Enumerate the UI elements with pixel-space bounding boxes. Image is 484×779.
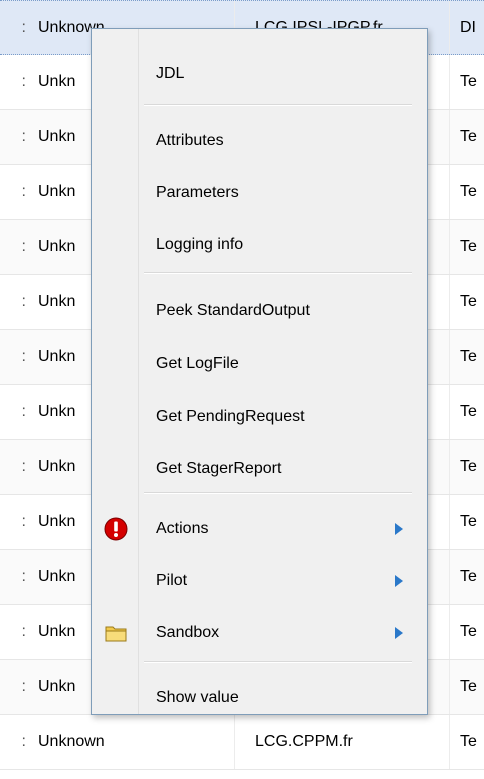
last-cell[interactable]: Te	[450, 550, 484, 604]
menu-item-label: Actions	[156, 520, 209, 537]
menu-item-get-logfile[interactable]: Get LogFile	[92, 344, 427, 384]
menu-item-jdl[interactable]: JDL	[92, 54, 427, 94]
last-cell[interactable]: Te	[450, 165, 484, 219]
chevron-right-icon	[395, 575, 403, 587]
row-prefix: :	[21, 183, 26, 200]
chevron-right-icon	[395, 627, 403, 639]
row-prefix: :	[21, 403, 26, 420]
menu-item-label: Pilot	[156, 572, 188, 589]
menu-item-get-stager-report[interactable]: Get StagerReport	[92, 449, 427, 489]
menu-item-label: Get StagerReport	[156, 460, 282, 477]
last-cell[interactable]: Te	[450, 220, 484, 274]
menu-item-label: JDL	[156, 65, 185, 82]
last-cell[interactable]: Te	[450, 110, 484, 164]
last-cell[interactable]: Te	[450, 385, 484, 439]
menu-separator	[144, 661, 412, 663]
row-prefix: :	[21, 73, 26, 90]
menu-item-label: Attributes	[156, 132, 224, 149]
folder-icon	[104, 621, 128, 645]
menu-item-parameters[interactable]: Parameters	[92, 173, 427, 213]
last-cell[interactable]: DI	[450, 1, 484, 54]
last-cell[interactable]: Te	[450, 440, 484, 494]
last-cell[interactable]: Te	[450, 275, 484, 329]
menu-item-label: Get LogFile	[156, 355, 239, 372]
table-row[interactable]: : Unknown LCG.CPPM.fr Te	[0, 715, 484, 770]
row-prefix: :	[21, 513, 26, 530]
menu-item-peek-stdout[interactable]: Peek StandardOutput	[92, 291, 427, 331]
menu-item-label: Get PendingRequest	[156, 408, 305, 425]
menu-separator	[144, 104, 412, 106]
menu-item-label: Parameters	[156, 184, 239, 201]
menu-item-label: Show value	[156, 689, 239, 706]
menu-item-logging-info[interactable]: Logging info	[92, 225, 427, 265]
last-cell[interactable]: Te	[450, 605, 484, 659]
row-prefix: :	[21, 128, 26, 145]
status-cell[interactable]: Unknown	[30, 715, 235, 769]
row-prefix: :	[21, 678, 26, 695]
row-prefix: :	[21, 293, 26, 310]
row-prefix: :	[21, 623, 26, 640]
menu-item-attributes[interactable]: Attributes	[92, 121, 427, 161]
chevron-right-icon	[395, 523, 403, 535]
menu-item-label: Logging info	[156, 236, 244, 253]
menu-item-label: Sandbox	[156, 624, 220, 641]
menu-item-actions[interactable]: Actions	[92, 509, 427, 549]
row-prefix: :	[21, 568, 26, 585]
last-cell[interactable]: Te	[450, 330, 484, 384]
last-cell[interactable]: Te	[450, 660, 484, 714]
menu-item-label: Peek StandardOutput	[156, 302, 310, 319]
menu-separator	[144, 492, 412, 494]
menu-item-sandbox[interactable]: Sandbox	[92, 613, 427, 653]
menu-item-get-pending-request[interactable]: Get PendingRequest	[92, 397, 427, 437]
menu-separator	[144, 272, 412, 274]
last-cell[interactable]: Te	[450, 495, 484, 549]
row-prefix: :	[21, 18, 26, 36]
row-prefix: :	[21, 238, 26, 255]
row-prefix: :	[21, 348, 26, 365]
last-cell[interactable]: Te	[450, 715, 484, 769]
exclamation-icon	[104, 517, 128, 541]
row-prefix: :	[21, 458, 26, 475]
site-cell[interactable]: LCG.CPPM.fr	[235, 715, 450, 769]
last-cell[interactable]: Te	[450, 55, 484, 109]
menu-item-show-value[interactable]: Show value	[92, 678, 427, 718]
menu-item-pilot[interactable]: Pilot	[92, 561, 427, 601]
row-prefix: :	[21, 733, 26, 750]
context-menu: JDL Attributes Parameters Logging info P…	[91, 28, 428, 715]
